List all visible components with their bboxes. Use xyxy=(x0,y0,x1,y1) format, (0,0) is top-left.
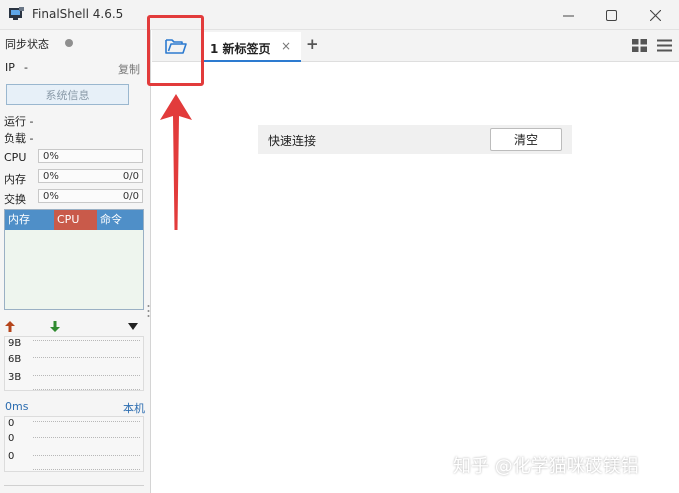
latency-ms-label: 0ms xyxy=(5,400,29,413)
ip-label: IP xyxy=(5,61,15,74)
arrow-down-icon xyxy=(50,321,60,332)
grid-view-icon[interactable] xyxy=(632,39,647,52)
tab-label: 1 新标签页 xyxy=(210,42,271,56)
network-chart: 9B 6B 3B xyxy=(4,336,144,391)
column-memory[interactable]: 内存 xyxy=(5,210,54,230)
watermark: 知乎 @化学猫咪砹镁铝 xyxy=(453,456,639,477)
cpu-label: CPU xyxy=(4,151,27,164)
memory-ratio: 0/0 xyxy=(122,171,139,182)
memory-meter: 0% 0/0 xyxy=(38,169,143,183)
latency-y-label: 0 xyxy=(8,451,15,462)
swap-label: 交换 xyxy=(4,193,26,206)
add-tab-button[interactable]: + xyxy=(306,37,319,52)
column-command[interactable]: 命令 xyxy=(97,210,143,230)
latency-y-label: 0 xyxy=(8,433,15,444)
maximize-icon xyxy=(605,9,617,21)
network-header xyxy=(4,320,144,334)
load-label: 负载 - xyxy=(4,132,34,145)
tab-bar: 1 新标签页 × + xyxy=(152,30,679,62)
swap-ratio: 0/0 xyxy=(122,191,139,202)
cpu-meter: 0% xyxy=(38,149,143,163)
panel-resize-grip-icon[interactable] xyxy=(147,304,150,318)
network-y-label: 6B xyxy=(8,354,22,365)
latency-header: 0ms 本机 xyxy=(5,400,145,416)
latency-chart: 0 0 0 xyxy=(4,416,144,472)
sync-status-label: 同步状态 xyxy=(5,38,49,51)
hamburger-menu-icon[interactable] xyxy=(657,39,672,52)
latency-y-label: 0 xyxy=(8,418,15,429)
red-pointer-arrow xyxy=(160,94,192,230)
panel-bottom-divider xyxy=(4,485,144,493)
tab-new-tab-1[interactable]: 1 新标签页 × xyxy=(201,32,301,62)
process-table-header: 内存 CPU 命令 xyxy=(5,210,143,230)
window-title: FinalShell 4.6.5 xyxy=(32,7,124,21)
network-y-label: 9B xyxy=(8,338,22,349)
highlight-box xyxy=(147,15,204,86)
close-button[interactable] xyxy=(640,4,670,26)
minimize-icon xyxy=(562,15,574,16)
column-cpu[interactable]: CPU xyxy=(54,210,97,230)
copy-ip-button[interactable]: 复制 xyxy=(118,61,140,77)
process-table[interactable]: 内存 CPU 命令 xyxy=(4,209,144,310)
finalshell-app-icon xyxy=(9,7,24,20)
title-bar: FinalShell 4.6.5 xyxy=(0,0,679,30)
sync-status-dot xyxy=(65,39,73,47)
arrow-up-icon xyxy=(5,321,15,332)
swap-percent: 0% xyxy=(43,191,59,202)
maximize-button[interactable] xyxy=(596,4,626,26)
cpu-percent: 0% xyxy=(43,151,59,162)
ip-value: - xyxy=(24,61,28,74)
triangle-down-icon[interactable] xyxy=(128,323,138,330)
server-status-panel: 同步状态 IP - 复制 系统信息 运行 - 负载 - CPU 0% 内存 0%… xyxy=(0,30,151,493)
memory-label: 内存 xyxy=(4,173,26,186)
close-icon xyxy=(649,9,661,21)
minimize-button[interactable] xyxy=(553,4,583,26)
memory-percent: 0% xyxy=(43,171,59,182)
latency-host-selector[interactable]: 本机 xyxy=(123,400,145,416)
clear-button[interactable]: 清空 xyxy=(490,128,562,151)
tab-close-icon[interactable]: × xyxy=(281,40,291,52)
network-y-label: 3B xyxy=(8,372,22,383)
running-label: 运行 - xyxy=(4,115,34,128)
swap-meter: 0% 0/0 xyxy=(38,189,143,203)
quick-connect-label: 快速连接 xyxy=(268,134,317,148)
system-info-button[interactable]: 系统信息 xyxy=(6,84,129,105)
quick-connect-bar: 快速连接 清空 xyxy=(258,125,572,154)
